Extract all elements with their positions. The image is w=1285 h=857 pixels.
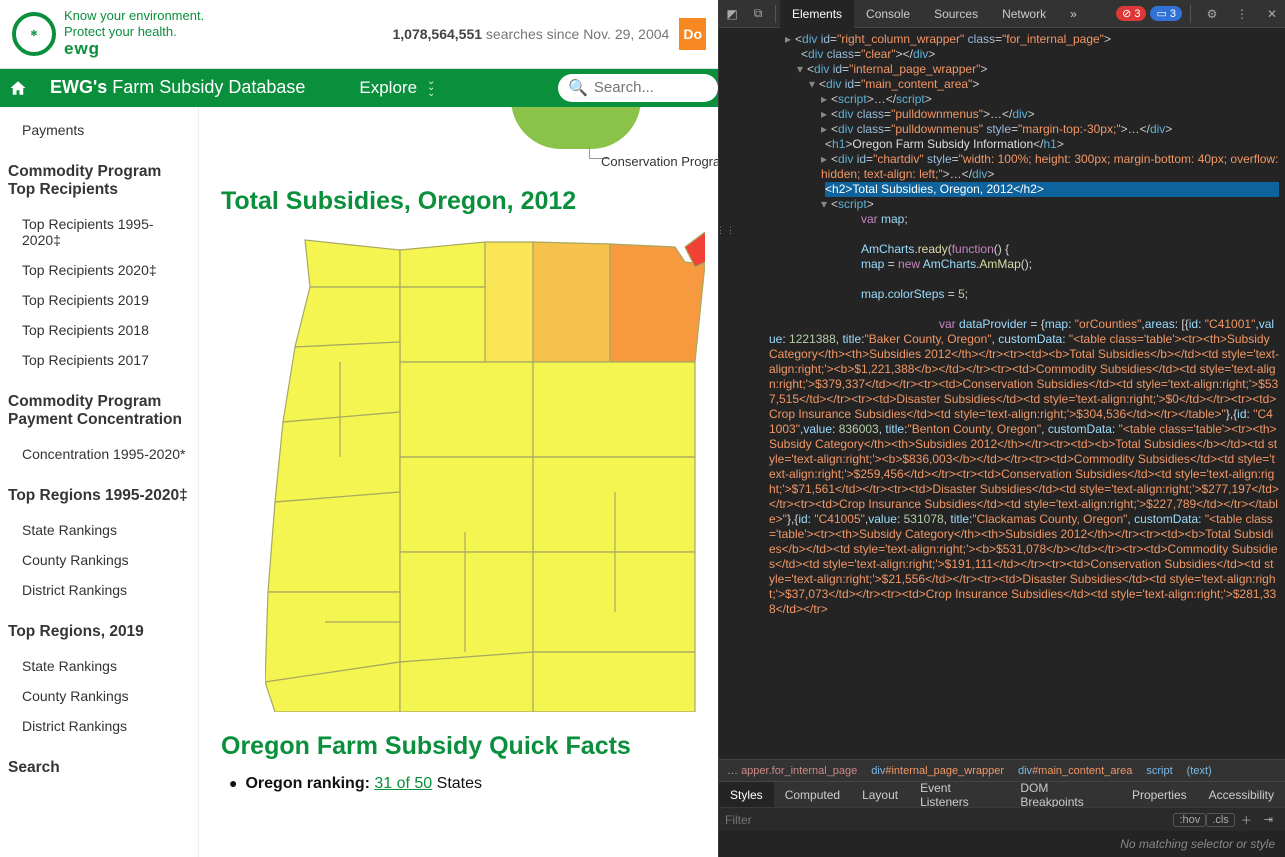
stab-a11y[interactable]: Accessibility <box>1198 782 1285 808</box>
tab-more-icon[interactable]: » <box>1058 0 1089 28</box>
search-count: 1,078,564,551 searches since Nov. 29, 20… <box>204 26 679 42</box>
quick-fact-line: Oregon ranking: 31 of 50 States <box>245 775 482 793</box>
cls-toggle[interactable]: .cls <box>1206 813 1235 827</box>
device-toggle-icon[interactable]: ⧉ <box>745 6 771 21</box>
sidebar-item[interactable]: County Rankings <box>8 545 188 575</box>
sidebar-item[interactable]: Top Recipients 2019 <box>8 285 188 315</box>
styles-empty-text: No matching selector or style <box>719 831 1285 857</box>
tab-sources[interactable]: Sources <box>922 0 990 28</box>
search-input-wrap[interactable]: 🔍 <box>558 74 718 102</box>
oregon-choropleth-map[interactable] <box>265 232 705 712</box>
sidebar-heading: Commodity Program Payment Concentration <box>8 393 188 429</box>
quick-facts-title: Oregon Farm Subsidy Quick Facts <box>221 732 696 761</box>
sidebar-item[interactable]: State Rankings <box>8 515 188 545</box>
search-input[interactable] <box>594 79 714 96</box>
selected-dom-node[interactable]: <h2>Total Subsidies, Oregon, 2012</h2> <box>825 182 1279 197</box>
sidebar-heading: Commodity Program Top Recipients <box>8 163 188 199</box>
sidebar-item[interactable]: District Rankings <box>8 711 188 741</box>
stab-props[interactable]: Properties <box>1121 782 1198 808</box>
sidebar-item[interactable]: District Rankings <box>8 575 188 605</box>
ewg-logo-icon[interactable]: ✻ <box>12 12 56 56</box>
tab-console[interactable]: Console <box>854 0 922 28</box>
close-icon[interactable]: ✕ <box>1259 7 1285 21</box>
brand-text: ewg <box>64 39 204 59</box>
explore-menu[interactable]: Explore ⌄⌄⌄ <box>359 78 435 98</box>
sidebar-item[interactable]: State Rankings <box>8 651 188 681</box>
new-style-icon[interactable]: ＋ <box>1235 811 1258 829</box>
donate-button[interactable]: Do <box>679 18 706 50</box>
home-icon[interactable] <box>0 79 36 97</box>
sidebar-item[interactable]: Top Recipients 1995-2020‡ <box>8 209 188 255</box>
inspect-icon[interactable]: ◩ <box>719 7 745 21</box>
stab-computed[interactable]: Computed <box>774 782 851 808</box>
site-title[interactable]: EWG's Farm Subsidy Database <box>36 77 319 98</box>
message-badge[interactable]: ▭ 3 <box>1150 6 1182 21</box>
chevron-down-icon: ⌄⌄⌄ <box>427 79 435 97</box>
sidebar-heading: Top Regions 1995-2020‡ <box>8 487 188 505</box>
sidebar-item[interactable]: Concentration 1995-2020* <box>8 439 188 469</box>
sidebar-item[interactable]: Top Recipients 2018 <box>8 315 188 345</box>
pie-chart-fragment: Conservation Programs <box>511 109 696 169</box>
tagline-1: Know your environment. <box>64 8 204 24</box>
styles-filter-input[interactable] <box>725 813 1173 827</box>
tab-network[interactable]: Network <box>990 0 1058 28</box>
bullet-icon: ● <box>229 775 237 791</box>
stab-layout[interactable]: Layout <box>851 782 909 808</box>
dom-tree[interactable]: ▸<div id="right_column_wrapper" class="f… <box>719 28 1285 759</box>
sidebar-item[interactable]: County Rankings <box>8 681 188 711</box>
tab-elements[interactable]: Elements <box>780 0 854 28</box>
error-badge[interactable]: ⊘ 3 <box>1116 6 1146 21</box>
search-icon: 🔍 <box>568 78 588 98</box>
stab-dombp[interactable]: DOM Breakpoints <box>1009 782 1121 808</box>
devtools-splitter-icon[interactable]: ⋮⋮ <box>716 225 736 236</box>
dom-breadcrumb[interactable]: … apper.for_internal_page div#internal_p… <box>719 759 1285 781</box>
map-title: Total Subsidies, Oregon, 2012 <box>221 187 696 216</box>
stab-styles[interactable]: Styles <box>719 782 774 808</box>
ranking-link[interactable]: 31 of 50 <box>374 775 432 792</box>
sidebar-item[interactable]: Top Recipients 2020‡ <box>8 255 188 285</box>
gear-icon[interactable]: ⚙ <box>1199 7 1225 21</box>
kebab-icon[interactable]: ⋮ <box>1229 7 1255 21</box>
pie-slice-label: Conservation Programs <box>601 154 718 169</box>
toggle-pane-icon[interactable]: ⇥ <box>1258 812 1279 827</box>
sidebar-item[interactable]: Top Recipients 2017 <box>8 345 188 375</box>
stab-event[interactable]: Event Listeners <box>909 782 1009 808</box>
sidebar-heading: Search <box>8 759 188 777</box>
sidebar-item-payments[interactable]: Payments <box>8 115 188 145</box>
sidebar-heading: Top Regions, 2019 <box>8 623 188 641</box>
hov-toggle[interactable]: :hov <box>1173 813 1206 827</box>
tagline-2: Protect your health. <box>64 24 204 40</box>
